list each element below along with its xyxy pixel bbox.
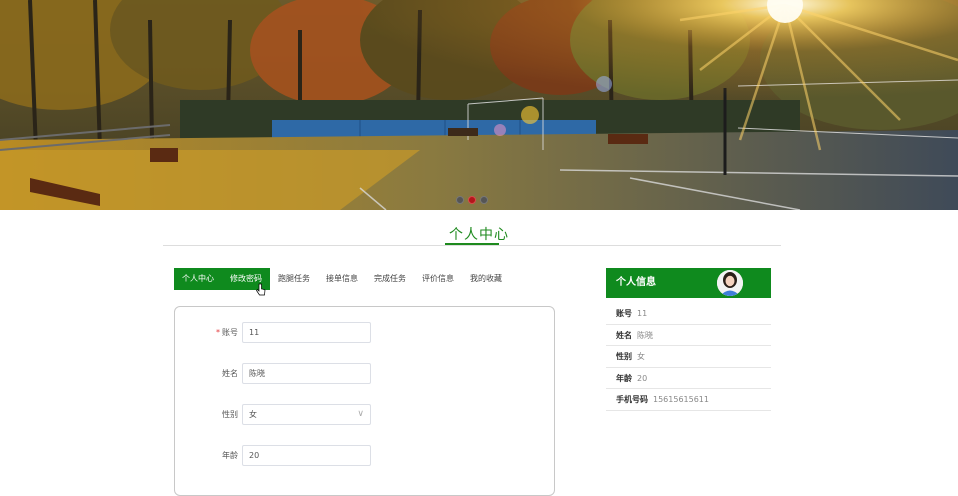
age-input[interactable]: 20 [242,445,371,466]
form-row-account: * 账号 11 [175,322,556,343]
tab-profile[interactable]: 个人中心 [174,268,222,290]
info-value: 15615615611 [653,395,709,405]
hero-banner [0,0,958,210]
tennis-court-image [0,0,958,210]
form-row-name: 姓名 陈晓 [175,363,556,384]
age-label: 年龄 [222,451,238,460]
account-input[interactable]: 11 [242,322,371,343]
gender-value: 女 [249,410,257,419]
info-row-age: 年龄 20 [606,368,771,390]
info-value: 女 [637,352,645,362]
gender-label: 性别 [222,410,238,419]
info-row-name: 姓名 陈晓 [606,325,771,347]
avatar-image [717,270,743,296]
form-row-gender: 性别 女 ∨ [175,404,556,425]
info-row-gender: 性别女 [606,346,771,368]
tab-completed-tasks[interactable]: 完成任务 [366,268,414,290]
title-underline [445,243,499,245]
carousel-dot-active[interactable] [468,196,476,204]
info-key: 性别 [616,352,632,362]
form-row-age: 年龄 20 [175,445,556,466]
tab-favorites[interactable]: 我的收藏 [462,268,510,290]
info-key: 年龄 [616,373,632,383]
hand-cursor-icon [256,283,266,296]
info-key: 姓名 [616,330,632,340]
info-key: 账号 [616,309,632,318]
tab-errand-tasks[interactable]: 跑腿任务 [270,268,318,290]
chevron-down-icon: ∨ [357,409,364,419]
account-label-text: 账号 [222,328,238,337]
gender-select[interactable]: 女 ∨ [242,404,371,425]
info-row-account: 账号 11 [606,303,771,325]
info-value: 20 [637,373,648,383]
tab-reviews[interactable]: 评价信息 [414,268,462,290]
avatar [717,270,743,296]
title-divider [163,245,781,246]
info-value: 11 [637,309,648,318]
account-label: * 账号 [216,322,238,343]
tab-order-info[interactable]: 接单信息 [318,268,366,290]
name-input[interactable]: 陈晓 [242,363,371,384]
center-tabs: 个人中心 修改密码 跑腿任务 接单信息 完成任务 评价信息 我的收藏 [174,268,510,290]
personal-info-list: 账号 11 姓名 陈晓 性别女 年龄 20 手机号码 15615615611 [606,303,771,411]
page-title: 个人中心 [449,227,509,243]
info-key: 手机号码 [616,395,648,405]
required-mark: * [216,328,220,337]
name-label: 姓名 [222,369,238,378]
personal-info-header: 个人信息 [606,268,771,298]
carousel-dots [456,196,488,204]
profile-form-panel: * 账号 11 姓名 陈晓 性别 女 ∨ 年龄 20 [174,306,555,496]
info-row-phone: 手机号码 15615615611 [606,389,771,411]
carousel-dot[interactable] [480,196,488,204]
info-value: 陈晓 [637,330,653,340]
carousel-dot[interactable] [456,196,464,204]
